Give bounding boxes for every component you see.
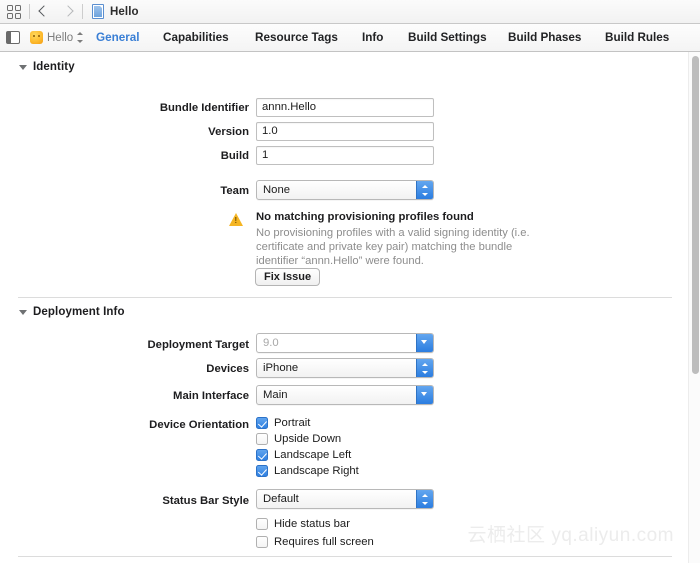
up-down-stepper-icon: [416, 359, 433, 377]
warning-body: No provisioning profiles with a valid si…: [256, 227, 530, 267]
checkbox-label: Landscape Right: [274, 465, 359, 477]
devices-label: Devices: [206, 363, 249, 375]
tab-build-settings[interactable]: Build Settings: [408, 24, 487, 52]
bundle-identifier-input[interactable]: annn.Hello: [256, 98, 434, 117]
warning-triangle-icon: [229, 213, 243, 226]
up-down-stepper-icon: [416, 490, 433, 508]
grid-icon[interactable]: [7, 4, 22, 19]
build-input[interactable]: 1: [256, 146, 434, 165]
chevron-left-icon[interactable]: [37, 4, 50, 20]
chevron-right-icon[interactable]: [62, 4, 75, 20]
tab-build-phases[interactable]: Build Phases: [508, 24, 581, 52]
deployment-target-dropdown[interactable]: 9.0: [256, 333, 434, 353]
version-label: Version: [208, 126, 249, 138]
checkbox-upside-down[interactable]: Upside Down: [256, 433, 341, 445]
chevron-down-icon: [416, 334, 433, 352]
chevron-down-icon: [416, 386, 433, 404]
document-icon: [92, 4, 104, 19]
team-label: Team: [220, 185, 249, 197]
panel-toggle-icon[interactable]: [6, 31, 20, 44]
toolbar-separator: [82, 4, 83, 19]
checkbox-label: Landscape Left: [274, 449, 352, 461]
tab-info[interactable]: Info: [362, 24, 383, 52]
deployment-target-label: Deployment Target: [147, 339, 249, 351]
checkbox-landscape-left[interactable]: Landscape Left: [256, 449, 351, 461]
triangle-down-icon: [19, 309, 27, 315]
tab-build-rules[interactable]: Build Rules: [605, 24, 669, 52]
vertical-scrollbar[interactable]: [688, 52, 700, 563]
triangle-down-icon: [19, 64, 27, 70]
identity-section-header[interactable]: Identity: [19, 61, 75, 73]
app-target-icon: [30, 31, 43, 44]
checkbox-portrait[interactable]: Portrait: [256, 417, 310, 429]
editor-tab-bar: Hello General Capabilities Resource Tags…: [0, 24, 700, 52]
watermark: 云栖社区 yq.aliyun.com: [467, 525, 674, 546]
up-down-stepper-icon: [416, 181, 433, 199]
breadcrumb-title: Hello: [110, 5, 139, 18]
checkbox-label: Upside Down: [274, 433, 342, 445]
tab-resource-tags[interactable]: Resource Tags: [255, 24, 338, 52]
checkbox-requires-full-screen[interactable]: Requires full screen: [256, 536, 374, 548]
checkbox-landscape-right[interactable]: Landscape Right: [256, 465, 359, 477]
deployment-info-section-header[interactable]: Deployment Info: [19, 306, 125, 318]
target-selector[interactable]: Hello: [30, 28, 85, 47]
checkbox-unchecked-icon: [256, 536, 268, 548]
devices-dropdown[interactable]: iPhone: [256, 358, 434, 378]
warning-heading: No matching provisioning profiles found: [256, 211, 474, 223]
checkbox-checked-icon: [256, 449, 268, 461]
checkbox-unchecked-icon: [256, 518, 268, 530]
toolbar-separator: [29, 4, 30, 19]
tab-capabilities[interactable]: Capabilities: [163, 24, 229, 52]
identity-section-title: Identity: [33, 61, 75, 73]
device-orientation-label: Device Orientation: [149, 419, 249, 431]
checkbox-unchecked-icon: [256, 433, 268, 445]
team-dropdown[interactable]: None: [256, 180, 434, 200]
top-navigation-bar: Hello: [0, 0, 700, 24]
checkbox-label: Requires full screen: [274, 536, 374, 548]
main-interface-dropdown[interactable]: Main: [256, 385, 434, 405]
checkbox-checked-icon: [256, 465, 268, 477]
up-down-chevron-icon: [76, 31, 85, 44]
section-divider: [18, 297, 672, 298]
status-bar-style-dropdown[interactable]: Default: [256, 489, 434, 509]
fix-issue-button[interactable]: Fix Issue: [255, 268, 321, 286]
target-label: Hello: [47, 31, 74, 44]
checkbox-hide-status-bar[interactable]: Hide status bar: [256, 518, 350, 530]
version-input[interactable]: 1.0: [256, 122, 434, 141]
tab-general[interactable]: General: [96, 24, 140, 52]
status-bar-style-label: Status Bar Style: [162, 495, 249, 507]
build-label: Build: [220, 150, 249, 162]
section-divider: [18, 556, 672, 557]
checkbox-checked-icon: [256, 417, 268, 429]
checkbox-label: Hide status bar: [274, 518, 350, 530]
project-editor-content: Identity Bundle Identifier annn.Hello Ve…: [0, 52, 688, 563]
main-interface-label: Main Interface: [173, 390, 249, 402]
checkbox-label: Portrait: [274, 417, 311, 429]
bundle-identifier-label: Bundle Identifier: [159, 102, 249, 114]
scrollbar-thumb[interactable]: [691, 56, 699, 374]
deployment-info-section-title: Deployment Info: [33, 306, 125, 318]
